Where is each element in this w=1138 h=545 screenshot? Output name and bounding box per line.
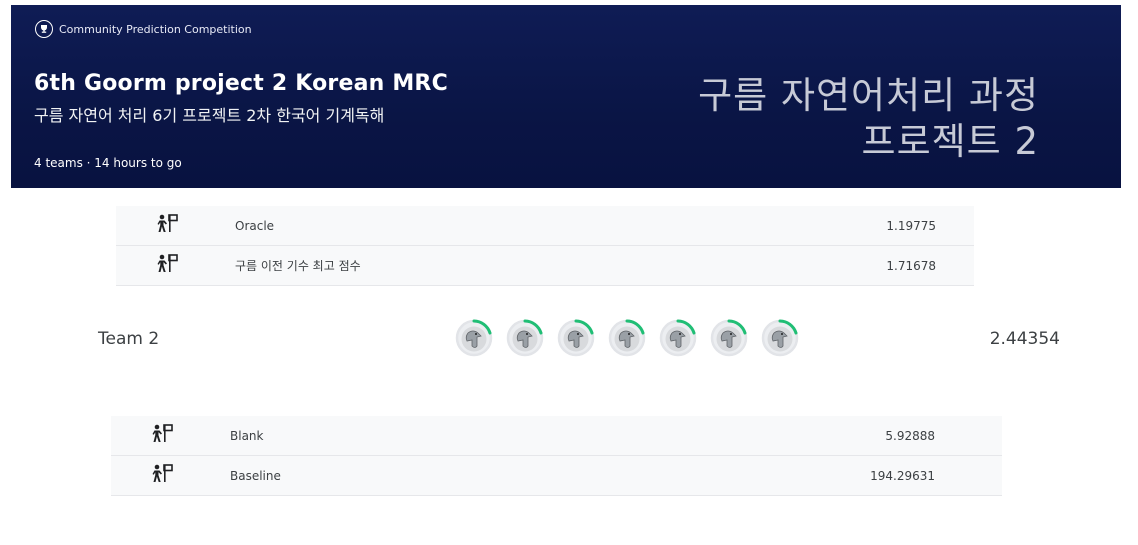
benchmark-row: Blank 5.92888 — [111, 416, 1002, 456]
competition-meta: 4 teams · 14 hours to go — [34, 156, 182, 170]
banner-image: 구름 자연어처리 과정 프로젝트 2 — [698, 73, 1039, 165]
benchmark-score: 1.19775 — [685, 206, 974, 246]
benchmark-table-top: Oracle 1.19775 구름 이전 기수 최고 점수 1.71678 — [116, 206, 974, 286]
benchmark-score: 194.29631 — [482, 455, 1002, 496]
team-member-avatar[interactable] — [556, 318, 596, 358]
benchmark-table-bottom: Blank 5.92888 Baseline 194.29631 — [111, 416, 1002, 496]
benchmark-icon — [151, 464, 173, 487]
competition-header: Community Prediction Competition 6th Goo… — [11, 5, 1121, 188]
team-member-avatar[interactable] — [658, 318, 698, 358]
competition-type-label: Community Prediction Competition — [59, 22, 252, 36]
team-score: 2.44354 — [989, 329, 1060, 349]
benchmark-row: 구름 이전 기수 최고 점수 1.71678 — [116, 245, 974, 286]
benchmark-row: Baseline 194.29631 — [111, 455, 1002, 496]
benchmark-name: Blank — [213, 416, 483, 456]
benchmark-score: 5.92888 — [482, 416, 1002, 456]
banner-text-line1: 구름 자연어처리 과정 — [698, 74, 1039, 117]
benchmark-row: Oracle 1.19775 — [116, 206, 974, 246]
team-member-avatar[interactable] — [505, 318, 545, 358]
team-member-avatar[interactable] — [709, 318, 749, 358]
team-member-avatar[interactable] — [454, 318, 494, 358]
team-member-avatar[interactable] — [760, 318, 800, 358]
trophy-icon — [35, 20, 53, 38]
benchmark-icon — [156, 254, 178, 277]
benchmark-name: Oracle — [218, 206, 686, 246]
team-member-avatar[interactable] — [607, 318, 647, 358]
banner-text-line2: 프로젝트 2 — [861, 120, 1039, 163]
competition-type: Community Prediction Competition — [35, 20, 252, 38]
benchmark-name: Baseline — [213, 455, 483, 496]
page-title: 6th Goorm project 2 Korean MRC — [34, 71, 448, 96]
leaderboard-row-team[interactable]: Team 2 2.44354 — [98, 313, 1060, 363]
team-members — [454, 318, 800, 358]
benchmark-score: 1.71678 — [685, 245, 974, 286]
team-name[interactable]: Team 2 — [98, 329, 159, 349]
benchmark-name: 구름 이전 기수 최고 점수 — [218, 245, 686, 286]
page-subtitle: 구름 자연어 처리 6기 프로젝트 2차 한국어 기계독해 — [34, 106, 385, 125]
benchmark-icon — [156, 214, 178, 237]
benchmark-icon — [151, 424, 173, 447]
